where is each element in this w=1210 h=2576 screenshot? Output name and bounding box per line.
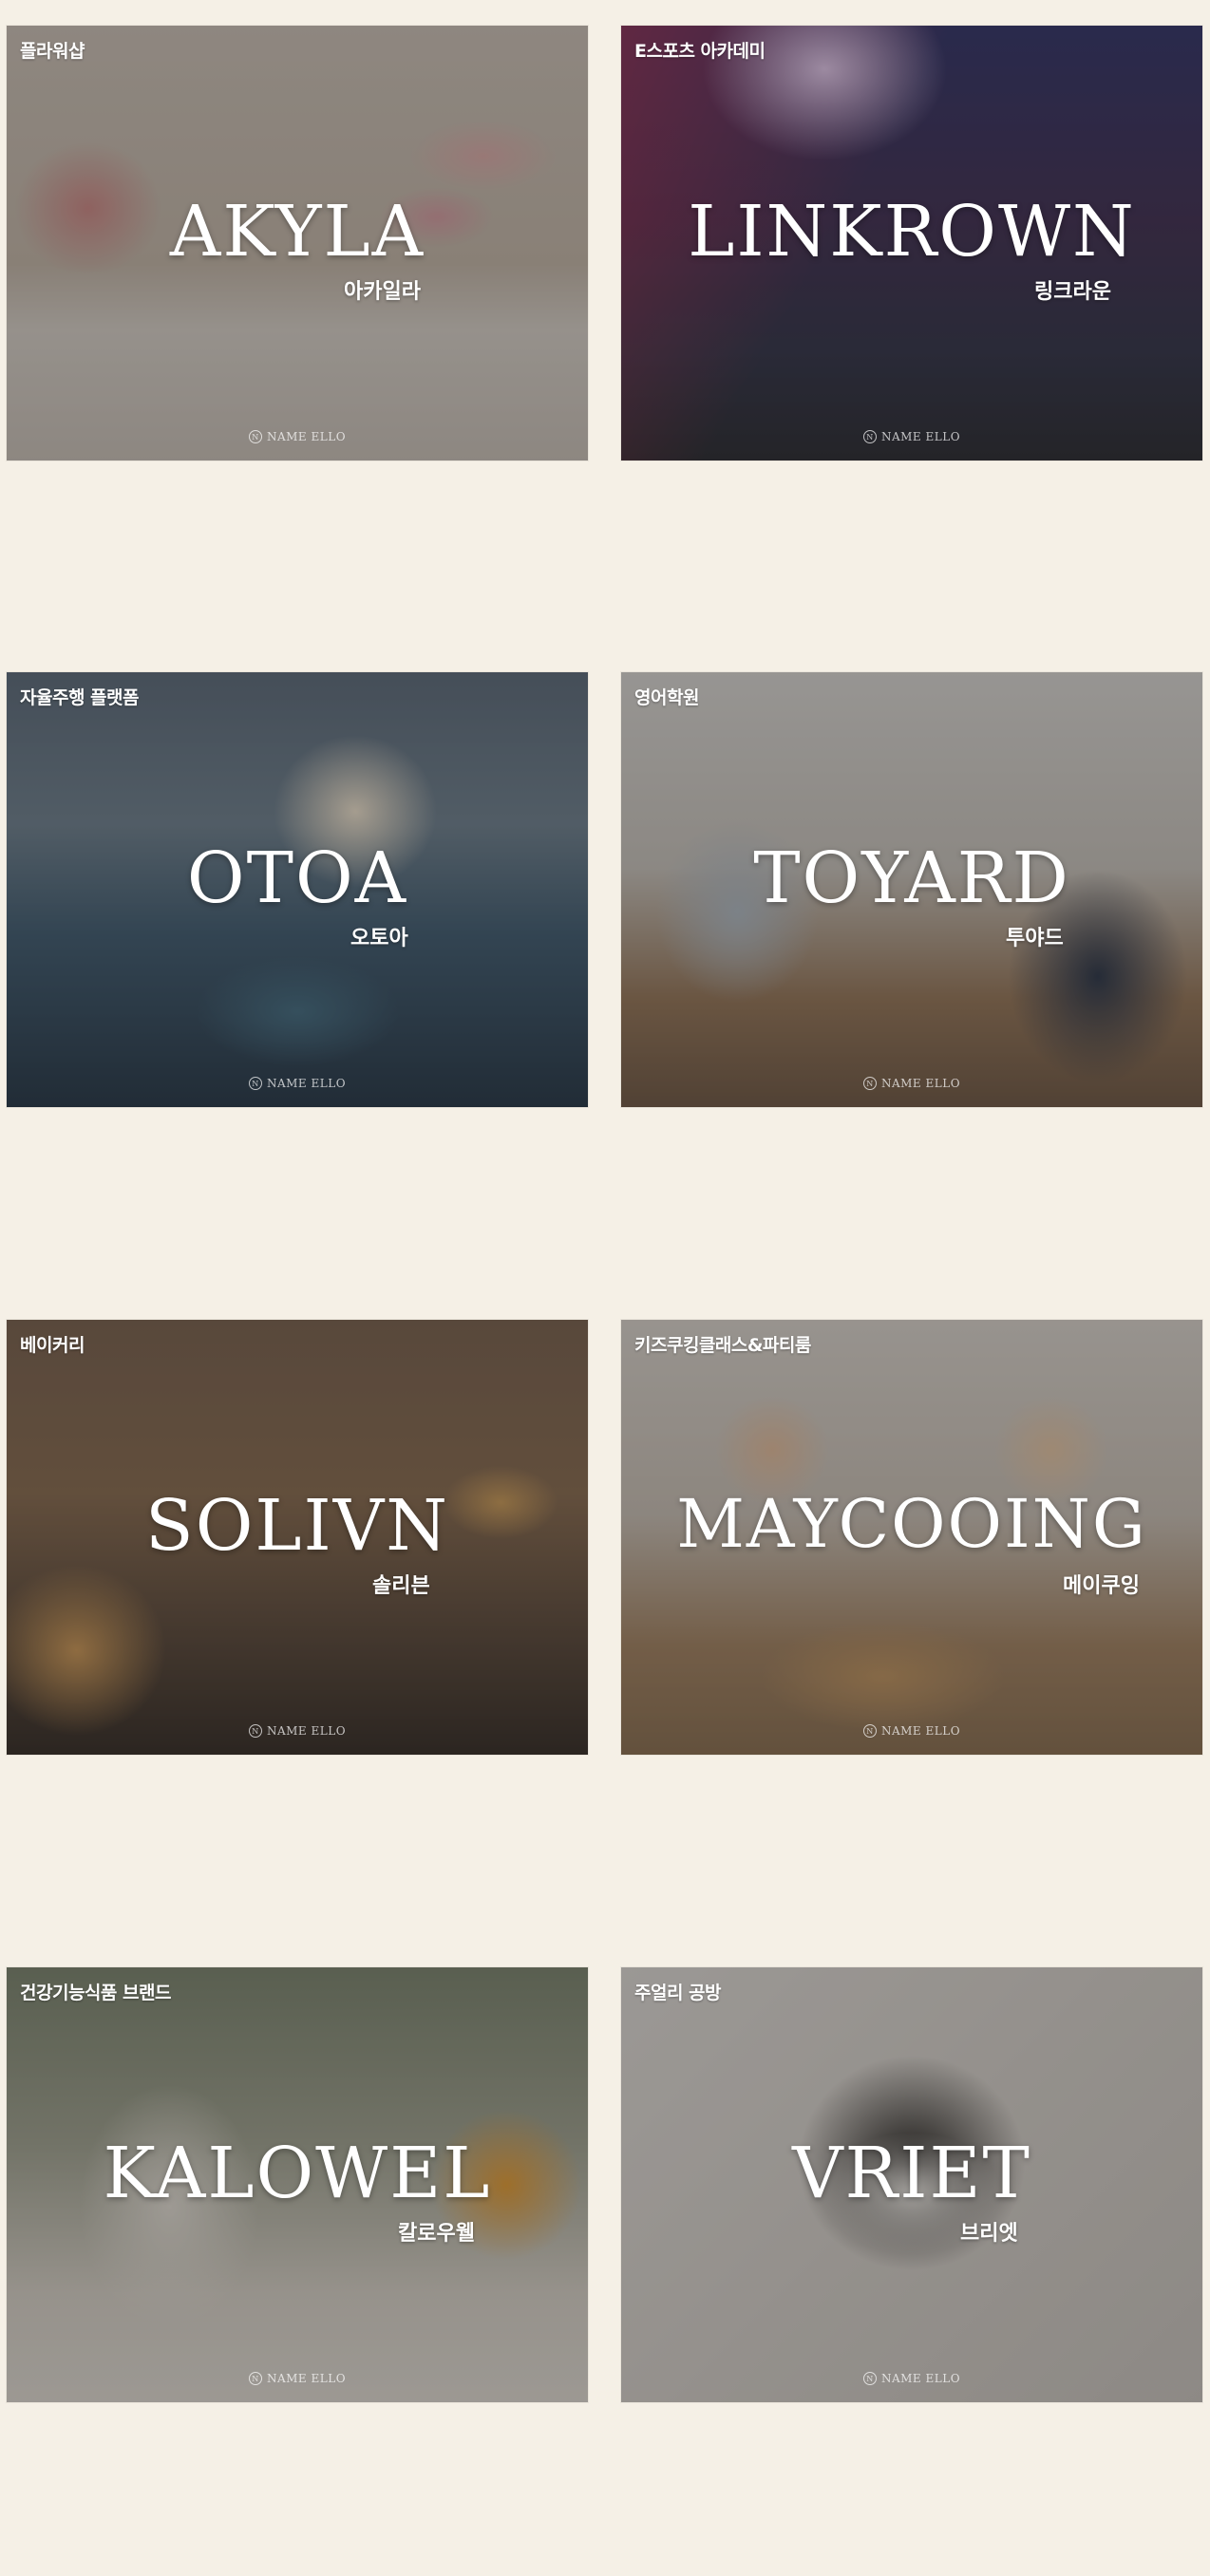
watermark: N NAME ELLO — [621, 430, 1202, 443]
brand-name-korean: 투야드 — [1006, 927, 1064, 950]
watermark-text: NAME ELLO — [266, 2372, 347, 2385]
card-category: 키즈쿠킹클래스&파티룸 — [634, 1335, 811, 1356]
naming-portfolio-grid: 플라워샵 AKYLA 아카일라 N NAME ELLO E스포츠 아카데미 LI… — [0, 0, 1210, 2576]
watermark-text: NAME ELLO — [880, 2372, 961, 2385]
brand-name: TOYARD — [753, 837, 1070, 919]
brand-name: AKYLA — [169, 191, 425, 273]
watermark-text: NAME ELLO — [266, 1077, 347, 1090]
portfolio-card-vriet[interactable]: 주얼리 공방 VRIET 브리엣 N NAME ELLO — [620, 1966, 1203, 2403]
watermark-logo-icon: N — [862, 2372, 877, 2385]
brand-name-korean: 메이쿠잉 — [1063, 1574, 1140, 1598]
brand-name: MAYCOOING — [676, 1485, 1147, 1563]
portfolio-card-linkrown[interactable]: E스포츠 아카데미 LINKROWN 링크라운 N NAME ELLO — [620, 25, 1203, 461]
brand-name-korean: 솔리븐 — [372, 1574, 430, 1598]
brand-name: SOLIVN — [145, 1485, 449, 1567]
brand-name-korean: 브리엣 — [960, 2222, 1018, 2246]
brand-name-korean: 칼로우웰 — [398, 2222, 475, 2246]
card-category: 주얼리 공방 — [634, 1983, 722, 2003]
portfolio-card-solivn[interactable]: 베이커리 SOLIVN 솔리븐 N NAME ELLO — [6, 1319, 589, 1756]
watermark: N NAME ELLO — [7, 1077, 588, 1090]
card-category: 영어학원 — [634, 687, 699, 708]
card-category: 베이커리 — [20, 1335, 85, 1356]
watermark: N NAME ELLO — [621, 1724, 1202, 1738]
watermark: N NAME ELLO — [621, 2372, 1202, 2385]
watermark-logo-icon: N — [862, 430, 877, 443]
portfolio-card-toyard[interactable]: 영어학원 TOYARD 투야드 N NAME ELLO — [620, 671, 1203, 1108]
watermark-text: NAME ELLO — [880, 430, 961, 443]
watermark-logo-icon: N — [862, 1077, 877, 1090]
watermark-logo-icon: N — [248, 1077, 262, 1090]
watermark-text: NAME ELLO — [266, 1724, 347, 1738]
watermark: N NAME ELLO — [7, 1724, 588, 1738]
watermark-logo-icon: N — [248, 2372, 262, 2385]
brand-name: OTOA — [186, 837, 408, 919]
watermark: N NAME ELLO — [7, 2372, 588, 2385]
brand-name-korean: 오토아 — [350, 927, 408, 950]
brand-name: KALOWEL — [103, 2133, 492, 2214]
watermark: N NAME ELLO — [621, 1077, 1202, 1090]
card-category: 플라워샵 — [20, 41, 85, 62]
watermark-text: NAME ELLO — [880, 1077, 961, 1090]
watermark: N NAME ELLO — [7, 430, 588, 443]
card-category: 건강기능식품 브랜드 — [20, 1983, 171, 2003]
watermark-text: NAME ELLO — [880, 1724, 961, 1738]
card-category: 자율주행 플랫폼 — [20, 687, 139, 708]
brand-name: VRIET — [792, 2133, 1031, 2214]
brand-name-korean: 아카일라 — [344, 280, 421, 304]
watermark-logo-icon: N — [248, 430, 262, 443]
portfolio-card-kalowel[interactable]: 건강기능식품 브랜드 KALOWEL 칼로우웰 N NAME ELLO — [6, 1966, 589, 2403]
watermark-logo-icon: N — [248, 1724, 262, 1738]
watermark-logo-icon: N — [862, 1724, 877, 1738]
portfolio-card-akyla[interactable]: 플라워샵 AKYLA 아카일라 N NAME ELLO — [6, 25, 589, 461]
brand-name: LINKROWN — [688, 191, 1136, 273]
portfolio-card-otoa[interactable]: 자율주행 플랫폼 OTOA 오토아 N NAME ELLO — [6, 671, 589, 1108]
watermark-text: NAME ELLO — [266, 430, 347, 443]
portfolio-card-maycooing[interactable]: 키즈쿠킹클래스&파티룸 MAYCOOING 메이쿠잉 N NAME ELLO — [620, 1319, 1203, 1756]
brand-name-korean: 링크라운 — [1034, 280, 1111, 304]
card-category: E스포츠 아카데미 — [634, 41, 766, 62]
